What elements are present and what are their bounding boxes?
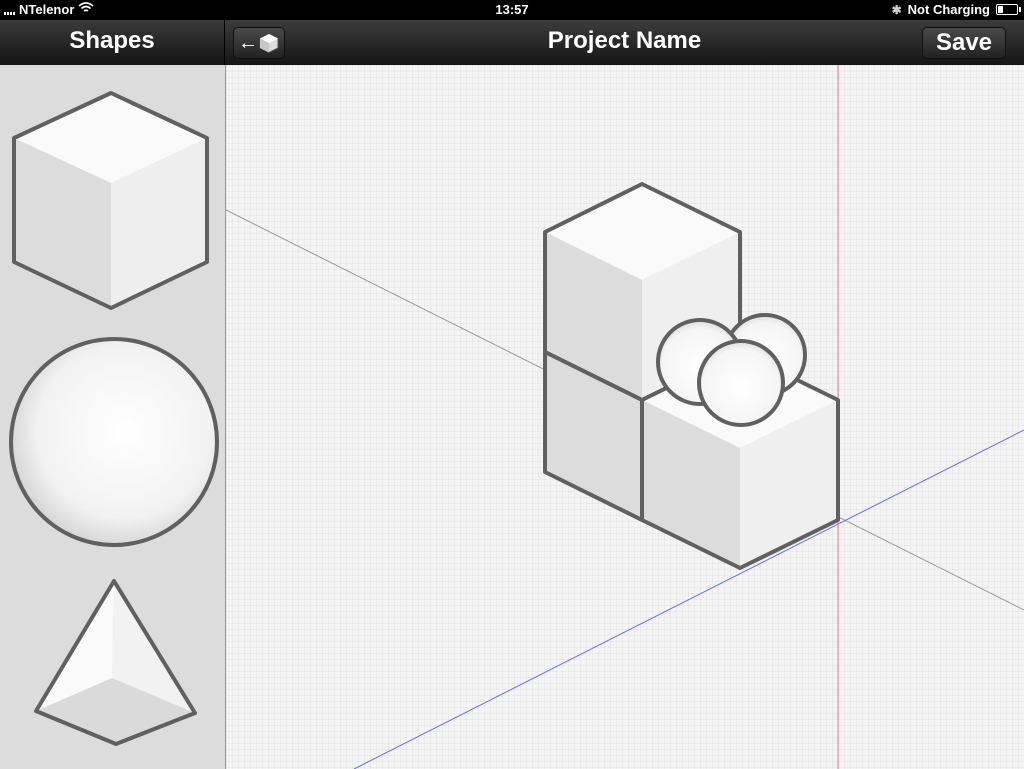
status-right: ✱ Not Charging bbox=[891, 2, 1021, 17]
bluetooth-icon: ✱ bbox=[891, 2, 902, 17]
drawing-canvas[interactable] bbox=[226, 65, 1024, 769]
back-arrow-icon: ← bbox=[238, 31, 258, 54]
project-name[interactable]: Project Name bbox=[225, 20, 1024, 62]
charging-status: Not Charging bbox=[907, 2, 990, 17]
cube-icon[interactable] bbox=[12, 91, 209, 310]
toolbar: Project Name ← Save bbox=[225, 20, 1024, 65]
pyramid-icon[interactable] bbox=[34, 579, 197, 746]
back-to-cube-icon bbox=[259, 33, 279, 54]
status-time: 13:57 bbox=[495, 2, 529, 17]
sphere-shape[interactable] bbox=[697, 339, 785, 427]
shapes-sidebar bbox=[0, 65, 226, 769]
sphere-icon[interactable] bbox=[9, 337, 219, 547]
back-button[interactable]: ← bbox=[233, 27, 285, 59]
save-button[interactable]: Save bbox=[922, 27, 1006, 59]
battery-icon bbox=[996, 4, 1021, 15]
status-bar: NTelenor 13:57 ✱ Not Charging bbox=[0, 0, 1024, 20]
sidebar-title: Shapes bbox=[0, 20, 225, 65]
